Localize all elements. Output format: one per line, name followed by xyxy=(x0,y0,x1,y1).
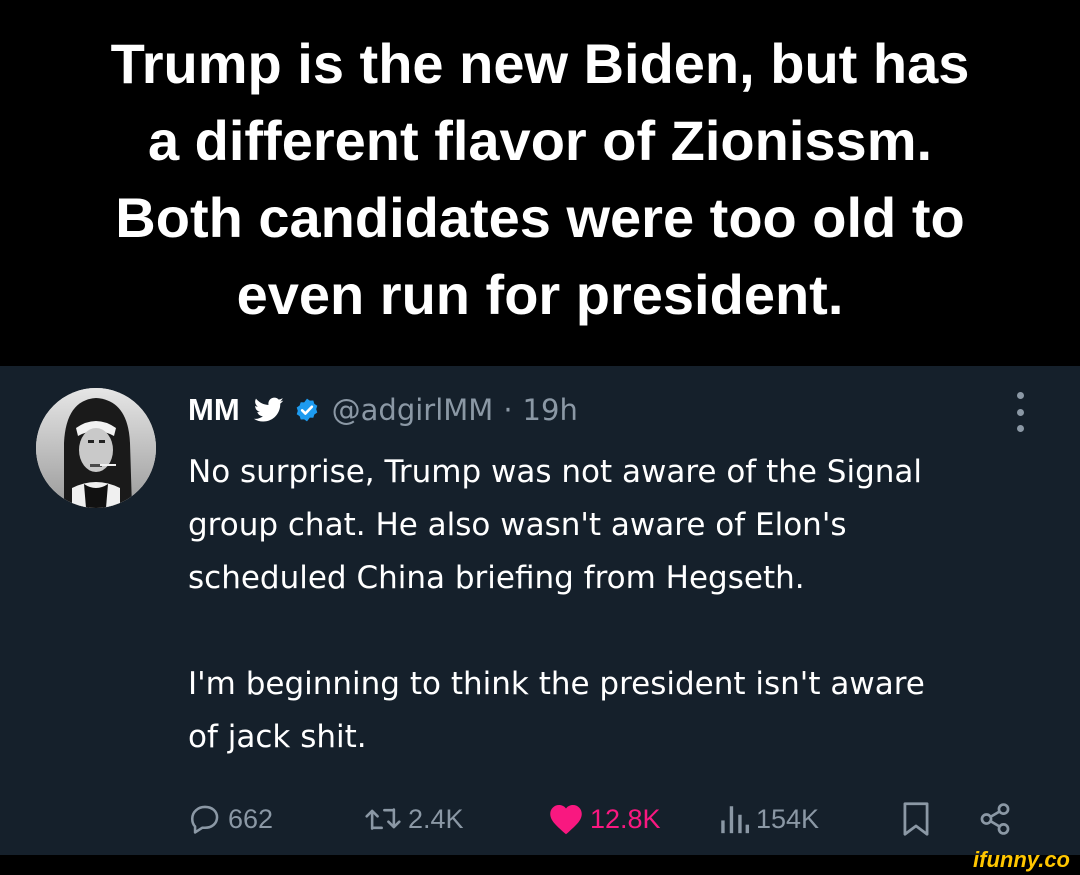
retweet-count: 2.4K xyxy=(408,803,464,834)
share-icon xyxy=(980,803,1010,835)
reply-icon xyxy=(190,805,219,834)
display-name[interactable]: MM xyxy=(188,392,240,428)
caption-line: a different flavor of Zionissm. xyxy=(147,109,933,172)
timestamp[interactable]: 19h xyxy=(523,393,578,427)
reply-count: 662 xyxy=(228,803,274,834)
caption-line: even run for president. xyxy=(236,263,844,326)
footer-bar: ifunny.co xyxy=(0,847,1080,875)
heart-icon xyxy=(550,805,582,835)
retweet-icon xyxy=(365,808,401,830)
caption-line: Trump is the new Biden, but has xyxy=(110,32,970,95)
tweet-paragraph: No surprise, Trump was not aware of the … xyxy=(188,446,1068,605)
bookmark-icon xyxy=(903,802,929,836)
text-line: No surprise, Trump was not aware of the … xyxy=(188,454,923,490)
action-bar: 662 2.4K 12.8K 154K xyxy=(188,794,1028,844)
tweet-paragraph: I'm beginning to think the president isn… xyxy=(188,658,1068,764)
avatar[interactable] xyxy=(36,388,156,508)
retweet-button[interactable]: 2.4K xyxy=(364,794,464,844)
twitter-bird-icon xyxy=(253,397,284,423)
share-button[interactable] xyxy=(978,794,1012,844)
views-icon xyxy=(721,806,750,834)
verified-badge-icon xyxy=(294,397,320,423)
tweet-text: No surprise, Trump was not aware of the … xyxy=(188,446,1068,764)
user-handle[interactable]: @adgirlMM xyxy=(332,393,494,427)
ifunny-watermark: ifunny.co xyxy=(973,847,1070,872)
more-options-icon[interactable] xyxy=(1012,392,1028,432)
avatar-image xyxy=(36,388,156,508)
views-count: 154K xyxy=(756,803,820,834)
caption-text: Trump is the new Biden, but has a differ… xyxy=(40,25,1040,333)
tweet-header: MM @adgirlMM · 19h xyxy=(188,388,578,432)
like-button[interactable]: 12.8K xyxy=(548,794,661,844)
text-line: group chat. He also wasn't aware of Elon… xyxy=(188,507,847,543)
like-count: 12.8K xyxy=(590,803,661,834)
text-line: I'm beginning to think the president isn… xyxy=(188,666,925,702)
text-line: scheduled China briefing from Hegseth. xyxy=(188,560,805,596)
reply-button[interactable]: 662 xyxy=(188,794,273,844)
views-button[interactable]: 154K xyxy=(718,794,819,844)
text-line: of jack shit. xyxy=(188,719,367,755)
caption-line: Both candidates were too old to xyxy=(115,186,965,249)
tweet-card[interactable]: MM @adgirlMM · 19h No surprise, Trump wa… xyxy=(0,366,1080,855)
bookmark-button[interactable] xyxy=(900,794,932,844)
separator-dot: · xyxy=(503,393,513,427)
meme-caption: Trump is the new Biden, but has a differ… xyxy=(0,0,1080,366)
